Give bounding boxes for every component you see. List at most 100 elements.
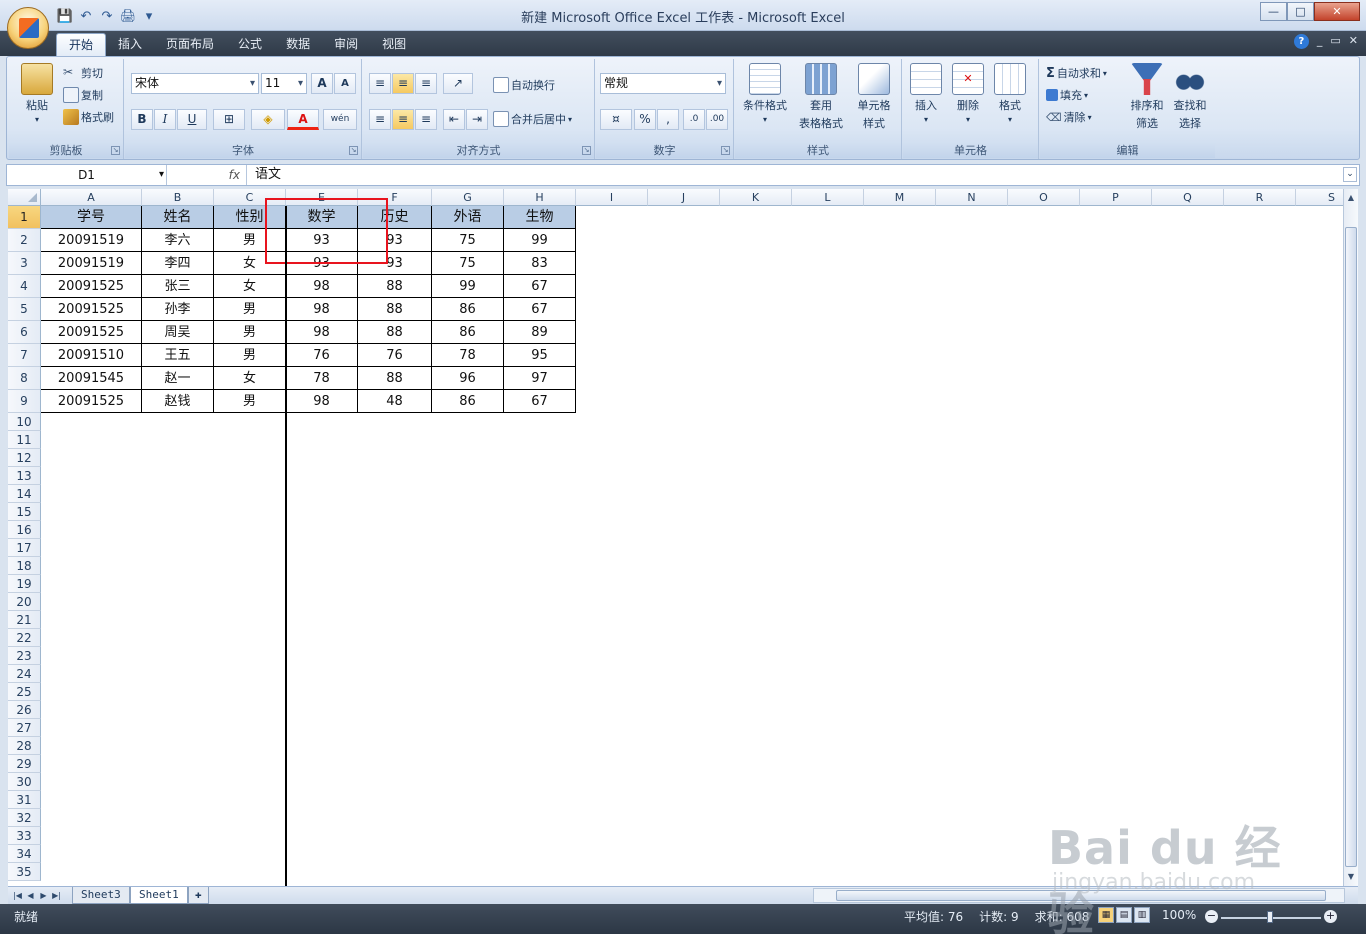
data-cell[interactable]: 张三 [142,275,214,298]
data-cell[interactable]: 李四 [142,252,214,275]
data-cell[interactable]: 67 [504,275,576,298]
vertical-scrollbar[interactable]: ▲ ▼ [1343,189,1358,886]
data-cell[interactable]: 96 [432,367,504,390]
zoom-in-icon[interactable]: + [1324,910,1337,923]
underline-button[interactable]: U [177,109,207,130]
align-right-button[interactable]: ≡ [415,109,437,130]
decrease-indent-button[interactable]: ⇤ [443,109,465,130]
grow-font-button[interactable]: A [311,73,333,94]
normal-view-icon[interactable]: ▦ [1098,907,1114,923]
font-name-combo[interactable]: 宋体 [131,73,259,94]
clear-button[interactable]: ⌫ 清除 ▾ [1046,109,1092,125]
tab-view[interactable]: 视图 [370,33,418,56]
row-header[interactable]: 26 [8,701,41,719]
insert-function-icon[interactable]: fx [167,165,247,185]
data-cell[interactable]: 76 [286,344,358,367]
insert-sheet-icon[interactable]: ✚ [188,887,209,904]
tab-formulas[interactable]: 公式 [226,33,274,56]
page-layout-view-icon[interactable]: ▤ [1116,907,1132,923]
data-cell[interactable]: 88 [358,321,432,344]
insert-cells-button[interactable]: 插入 ▾ [905,63,947,124]
scroll-down-icon[interactable]: ▼ [1345,870,1357,884]
row-header[interactable]: 11 [8,431,41,449]
sort-filter-button[interactable]: 排序和 筛选 [1126,63,1168,131]
horizontal-scrollbar[interactable] [813,888,1345,903]
row-header[interactable]: 25 [8,683,41,701]
row-header[interactable]: 22 [8,629,41,647]
format-as-table-button[interactable]: 套用 表格格式 [793,63,849,131]
find-select-button[interactable]: 查找和 选择 [1168,63,1212,131]
column-header[interactable]: J [648,189,720,206]
row-header[interactable]: 2 [8,229,41,252]
page-break-view-icon[interactable]: ▥ [1134,907,1150,923]
fill-button[interactable]: 填充 ▾ [1046,87,1088,103]
data-cell[interactable]: 男 [214,390,286,413]
decrease-decimal-button[interactable]: .00 [706,109,728,130]
tab-data[interactable]: 数据 [274,33,322,56]
zoom-level[interactable]: 100% [1162,908,1196,922]
row-header[interactable]: 15 [8,503,41,521]
paste-button[interactable]: 粘贴 ▾ [15,63,59,124]
next-sheet-icon[interactable]: ▶ [38,889,49,902]
shrink-font-button[interactable]: A [334,73,356,94]
row-header[interactable]: 34 [8,845,41,863]
data-cell[interactable]: 86 [432,298,504,321]
row-header[interactable]: 33 [8,827,41,845]
worksheet-grid[interactable]: ABCEFGHIJKLMNOPQRS 1 2 3 4 5 6 7 8 9 10 11 12 13 14 15… [8,189,1343,886]
font-size-combo[interactable]: 11 [261,73,307,94]
column-header[interactable]: A [41,189,142,206]
font-color-button[interactable]: A [287,109,319,130]
data-cell[interactable]: 88 [358,298,432,321]
data-cell[interactable]: 李六 [142,229,214,252]
data-cell[interactable]: 98 [286,321,358,344]
column-header[interactable]: R [1224,189,1296,206]
data-cell[interactable]: 99 [432,275,504,298]
data-cell[interactable]: 88 [358,275,432,298]
data-cell[interactable]: 67 [504,390,576,413]
row-header[interactable]: 21 [8,611,41,629]
row-header[interactable]: 28 [8,737,41,755]
data-cell[interactable]: 赵钱 [142,390,214,413]
format-painter-button[interactable]: 格式刷 [63,109,114,125]
copy-button[interactable]: 复制 [63,87,103,103]
row-header[interactable]: 30 [8,773,41,791]
row-header[interactable]: 23 [8,647,41,665]
borders-button[interactable]: ⊞ [213,109,245,130]
row-header[interactable]: 3 [8,252,41,275]
column-header[interactable]: S [1296,189,1343,206]
wrap-text-button[interactable]: 自动换行 [493,77,555,93]
sheet-tab-sheet1[interactable]: Sheet1 [130,887,188,904]
help-icon[interactable]: ? [1293,34,1309,49]
first-sheet-icon[interactable]: |◀ [12,889,23,902]
column-header[interactable]: N [936,189,1008,206]
zoom-slider[interactable]: − + [1205,909,1337,925]
row-header[interactable]: 20 [8,593,41,611]
row-header[interactable]: 17 [8,539,41,557]
orientation-button[interactable]: ↗ [443,73,473,94]
comma-button[interactable]: , [657,109,679,130]
data-cell[interactable]: 86 [432,321,504,344]
header-cell[interactable]: 外语 [432,206,504,229]
column-header[interactable]: M [864,189,936,206]
data-cell[interactable]: 89 [504,321,576,344]
data-cell[interactable]: 86 [432,390,504,413]
increase-decimal-button[interactable]: .0 [683,109,705,130]
row-header[interactable]: 29 [8,755,41,773]
italic-button[interactable]: I [154,109,176,130]
data-cell[interactable]: 76 [358,344,432,367]
number-format-combo[interactable]: 常规 [600,73,726,94]
data-cell[interactable]: 75 [432,252,504,275]
row-header[interactable]: 6 [8,321,41,344]
workbook-restore-button[interactable]: ▭ [1330,34,1340,49]
column-header[interactable]: I [576,189,648,206]
format-cells-button[interactable]: 格式 ▾ [989,63,1031,124]
data-cell[interactable]: 女 [214,275,286,298]
data-cell[interactable]: 男 [214,344,286,367]
data-cell[interactable]: 78 [432,344,504,367]
expand-formula-bar-icon[interactable]: ⌄ [1343,167,1357,182]
data-cell[interactable]: 王五 [142,344,214,367]
data-cell[interactable]: 20091519 [41,229,142,252]
delete-cells-button[interactable]: ✕ 删除 ▾ [947,63,989,124]
row-header[interactable]: 5 [8,298,41,321]
data-cell[interactable]: 20091525 [41,321,142,344]
